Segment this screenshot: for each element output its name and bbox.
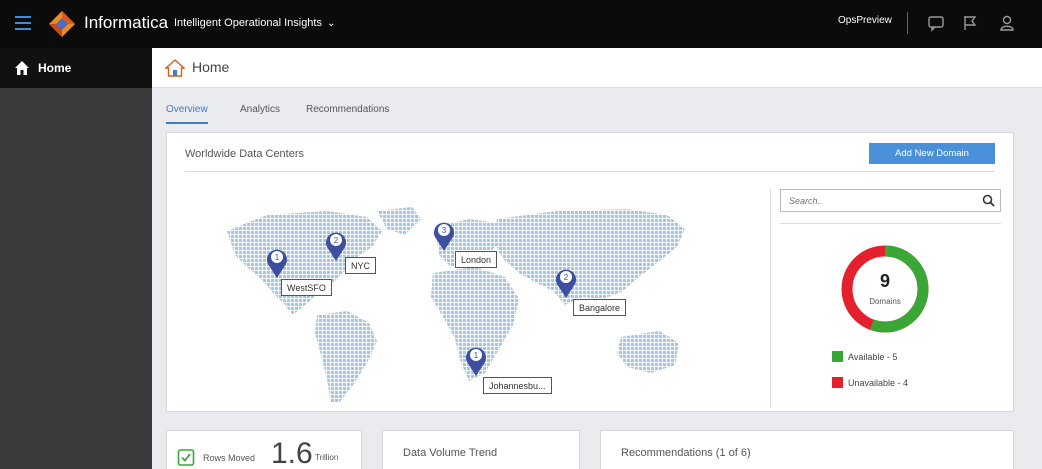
domains-label: Domains: [869, 297, 901, 306]
location-label-johannesburg[interactable]: Johannesbu...: [483, 377, 552, 394]
legend-label: Available - 5: [848, 352, 898, 362]
divider: [907, 12, 908, 34]
pin-count: 2: [334, 236, 339, 245]
top-bar: Informatica Intelligent Operational Insi…: [0, 0, 1042, 48]
brand-name: Informatica: [84, 13, 169, 32]
pin-count: 2: [564, 273, 569, 282]
app-name: Intelligent Operational Insights: [174, 17, 322, 29]
chevron-down-icon: ⌄: [326, 18, 336, 29]
legend-swatch: [832, 377, 843, 388]
legend-swatch: [832, 351, 843, 362]
location-label-westsfo[interactable]: WestSFO: [281, 279, 332, 296]
chat-icon[interactable]: [927, 14, 945, 32]
rows-moved-value: 1.6: [271, 437, 313, 469]
tab-overview[interactable]: Overview: [166, 104, 208, 124]
card-title: Worldwide Data Centers: [185, 148, 305, 160]
app-switcher[interactable]: Intelligent Operational Insights ⌄: [174, 17, 335, 29]
search-field: [780, 189, 1001, 212]
location-label-bangalore[interactable]: Bangalore: [573, 299, 627, 316]
legend-unavailable: Unavailable - 4: [832, 377, 908, 388]
user-name[interactable]: OpsPreview: [838, 15, 892, 26]
page-header: Home: [152, 48, 1042, 88]
sidebar: Home: [0, 48, 152, 469]
recommendations-card: Recommendations (1 of 6): [600, 430, 1014, 469]
pin-count: 1: [474, 351, 479, 360]
sidebar-item-label: Home: [38, 61, 72, 75]
add-new-domain-button[interactable]: Add New Domain: [869, 143, 995, 164]
flag-icon[interactable]: [961, 14, 979, 32]
divider: [185, 171, 995, 172]
checklist-icon: [177, 449, 195, 466]
location-label-nyc[interactable]: NYC: [345, 257, 377, 274]
data-volume-trend-card: Data Volume Trend: [382, 430, 580, 469]
search-input[interactable]: [781, 190, 961, 211]
divider: [770, 189, 771, 407]
tab-analytics[interactable]: Analytics: [240, 104, 280, 115]
home-icon: [165, 59, 185, 77]
user-icon[interactable]: [998, 14, 1016, 32]
data-centers-card: Worldwide Data Centers Add New Domain 1 …: [166, 132, 1014, 412]
rows-moved-unit: Trillion: [315, 453, 339, 462]
pin-count: 3: [442, 226, 447, 235]
location-label-london[interactable]: London: [455, 251, 498, 268]
rows-moved-card: Rows Moved 1.6 Trillion: [166, 430, 362, 469]
tab-recommendations[interactable]: Recommendations: [306, 104, 389, 115]
card-title: Data Volume Trend: [403, 447, 498, 459]
world-map: 1 2 3 2 1: [227, 207, 685, 403]
divider: [780, 223, 1001, 224]
legend-available: Available - 5: [832, 351, 897, 362]
search-icon[interactable]: [982, 194, 995, 207]
home-icon: [15, 61, 29, 75]
page-title: Home: [192, 59, 230, 75]
sidebar-item-home[interactable]: Home: [0, 48, 152, 88]
card-title: Recommendations (1 of 6): [621, 447, 751, 459]
rows-moved-label: Rows Moved: [203, 453, 256, 463]
informatica-logo: [49, 11, 75, 37]
menu-icon[interactable]: [15, 16, 31, 30]
domains-total: 9: [879, 271, 890, 291]
pin-count: 1: [275, 253, 280, 262]
legend-label: Unavailable - 4: [848, 378, 909, 388]
